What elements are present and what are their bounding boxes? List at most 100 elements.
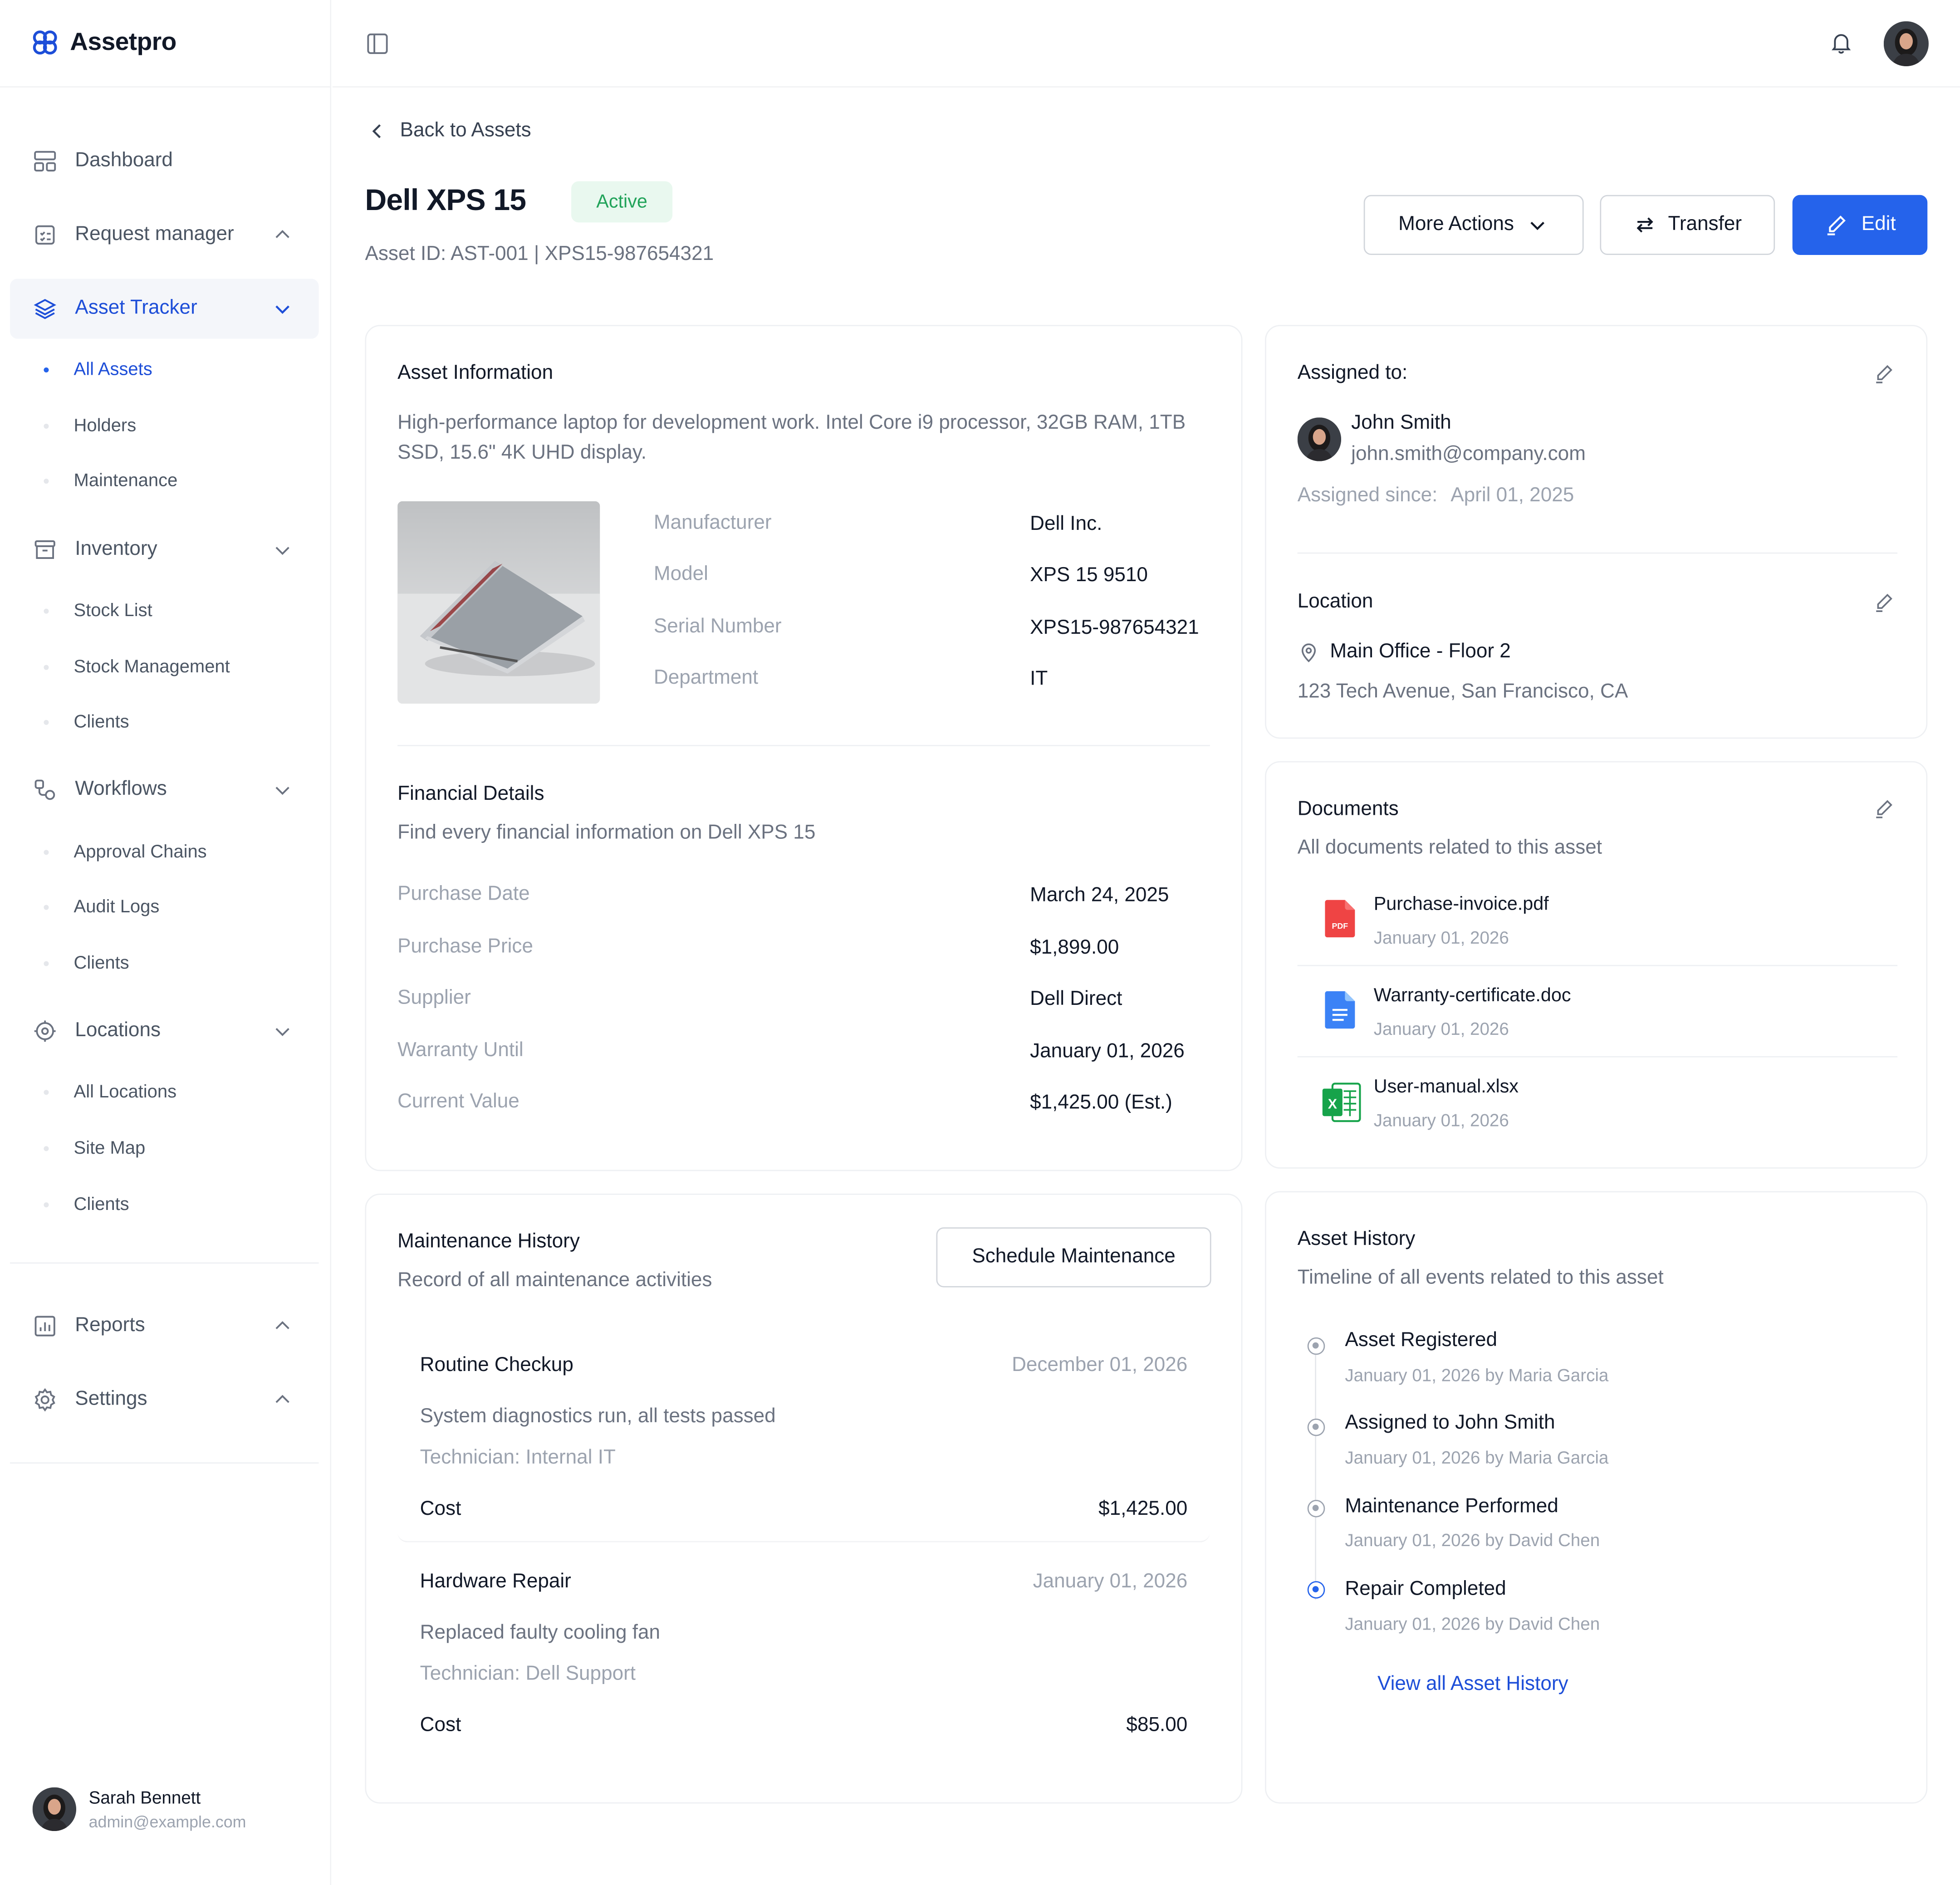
sidebar-item-workflows[interactable]: Workflows — [10, 760, 318, 820]
chevron-up-icon — [271, 1389, 294, 1411]
laptop-image — [397, 501, 600, 704]
sidebar-item-dashboard[interactable]: Dashboard — [10, 131, 318, 191]
sidebar-item-label: Reports — [75, 1315, 145, 1337]
pencil-icon[interactable] — [1872, 591, 1895, 614]
transfer-button[interactable]: Transfer — [1600, 195, 1775, 255]
excel-badge-text: X — [1328, 1097, 1337, 1112]
pencil-icon[interactable] — [1872, 798, 1895, 820]
field-label: Warranty Until — [397, 1040, 524, 1061]
sidebar-subitem-label: Approval Chains — [74, 842, 207, 862]
asset-info-card: Asset Information High-performance lapto… — [365, 325, 1243, 1171]
sidebar-item-inventory[interactable]: Inventory — [10, 520, 318, 580]
schedule-maintenance-label: Schedule Maintenance — [972, 1246, 1176, 1268]
asset-history-card: Asset History Timeline of all events rel… — [1265, 1191, 1928, 1804]
avatar[interactable] — [1883, 21, 1929, 67]
doc-file-icon — [1325, 991, 1355, 1035]
chevron-down-icon — [271, 778, 294, 801]
sidebar-item-reports[interactable]: Reports — [10, 1296, 318, 1356]
bullet-dot — [44, 479, 49, 484]
asset-info-heading: Asset Information — [397, 362, 554, 384]
asset-history-heading: Asset History — [1297, 1229, 1416, 1250]
field-value: $1,899.00 — [1030, 937, 1119, 959]
status-badge: Active — [571, 181, 673, 223]
edit-button[interactable]: Edit — [1792, 195, 1928, 255]
sidebar-item-locations[interactable]: Locations — [10, 1001, 318, 1061]
bullet-dot — [44, 367, 49, 372]
pdf-badge-text: PDF — [1332, 921, 1348, 930]
field-value: January 01, 2026 — [1030, 1041, 1185, 1062]
financial-subtitle: Find every financial information on Dell… — [397, 822, 816, 844]
sidebar-toggle-icon[interactable] — [365, 31, 390, 56]
schedule-maintenance-button[interactable]: Schedule Maintenance — [936, 1227, 1211, 1288]
maintenance-entry-title: Hardware Repair — [420, 1571, 571, 1592]
asset-description: High-performance laptop for development … — [397, 412, 1186, 464]
more-actions-button[interactable]: More Actions — [1363, 195, 1584, 255]
workflow-icon — [33, 778, 58, 803]
sidebar-item-request-manager[interactable]: Request manager — [10, 205, 318, 265]
field-value: XPS15-987654321 — [1030, 617, 1199, 639]
sidebar-item-label: Dashboard — [75, 150, 173, 171]
app-root: Assetpro Dashboard Request manager Asset… — [0, 0, 1960, 1885]
sidebar-subitem-label: Clients — [74, 954, 129, 974]
sidebar-subitem-label: Maintenance — [74, 471, 178, 491]
maintenance-entry-desc: Replaced faulty cooling fan — [420, 1622, 660, 1644]
field-value: $1,425.00 (Est.) — [1030, 1092, 1172, 1114]
chevron-down-icon — [271, 298, 294, 320]
sidebar-user[interactable]: Sarah Bennett admin@example.com — [32, 1787, 246, 1831]
document-name: Warranty-certificate.doc — [1373, 984, 1571, 1006]
event-title: Maintenance Performed — [1345, 1496, 1558, 1518]
field-label: Current Value — [397, 1091, 519, 1112]
view-all-history-link[interactable]: View all Asset History — [1377, 1674, 1568, 1696]
brand[interactable]: Assetpro — [30, 28, 176, 58]
section-divider — [1297, 552, 1898, 554]
assigned-since-value: April 01, 2025 — [1450, 485, 1574, 506]
field-value: Dell Direct — [1030, 989, 1122, 1010]
document-date: January 01, 2026 — [1373, 1018, 1509, 1039]
bullet-dot — [44, 850, 49, 855]
bar-chart-icon — [33, 1314, 58, 1339]
field-label: Serial Number — [653, 616, 782, 638]
sidebar-item-asset-tracker[interactable]: Asset Tracker — [10, 279, 319, 339]
pencil-icon[interactable] — [1872, 362, 1895, 385]
chevron-up-icon — [271, 1315, 294, 1337]
field-value: IT — [1030, 668, 1048, 690]
event-title: Repair Completed — [1345, 1578, 1506, 1600]
timeline-line — [1315, 1355, 1317, 1600]
timeline-dot-icon — [1307, 1418, 1325, 1436]
assigned-heading: Assigned to: — [1297, 362, 1408, 384]
chevron-left-icon — [368, 121, 387, 141]
document-item[interactable]: PDF Purchase-invoice.pdf January 01, 202… — [1298, 881, 1897, 964]
assetpro-logo-icon — [30, 28, 60, 58]
sidebar-item-label: Request manager — [75, 224, 234, 245]
maintenance-entry: Hardware Repair January 01, 2026 Replace… — [397, 1548, 1210, 1758]
maintenance-entry-date: December 01, 2026 — [1012, 1355, 1188, 1376]
assignment-card: Assigned to: John Smith john.smith@compa… — [1265, 325, 1928, 739]
sidebar-divider — [10, 1262, 319, 1264]
sidebar-item-label: Workflows — [75, 778, 167, 800]
bullet-dot — [44, 720, 49, 725]
bell-icon[interactable] — [1829, 30, 1854, 55]
cost-value: $1,425.00 — [1098, 1498, 1188, 1520]
documents-heading: Documents — [1297, 798, 1399, 820]
event-title: Assigned to John Smith — [1345, 1412, 1555, 1434]
chevron-down-icon — [271, 1020, 294, 1043]
documents-subtitle: All documents related to this asset — [1297, 837, 1602, 859]
bullet-dot — [44, 665, 49, 670]
bullet-dot — [44, 961, 49, 966]
sidebar: Assetpro Dashboard Request manager Asset… — [0, 0, 332, 1885]
field-label: Purchase Date — [397, 883, 530, 905]
assignee-email[interactable]: john.smith@company.com — [1351, 444, 1586, 466]
gear-icon — [33, 1387, 58, 1412]
sidebar-subitem-label: All Locations — [74, 1082, 177, 1102]
event-meta: January 01, 2026 by Maria Garcia — [1345, 1447, 1609, 1468]
sidebar-item-settings[interactable]: Settings — [10, 1370, 318, 1430]
section-divider — [397, 744, 1210, 746]
document-item[interactable]: Warranty-certificate.doc January 01, 202… — [1298, 972, 1897, 1055]
cost-label: Cost — [420, 1498, 461, 1520]
brand-divider — [0, 86, 332, 88]
assignee-name: John Smith — [1351, 412, 1451, 434]
back-link[interactable]: Back to Assets — [368, 120, 531, 142]
event-meta: January 01, 2026 by Maria Garcia — [1345, 1365, 1609, 1385]
topbar — [332, 0, 1960, 88]
document-item[interactable]: X User-manual.xlsx January 01, 2026 — [1298, 1064, 1897, 1146]
